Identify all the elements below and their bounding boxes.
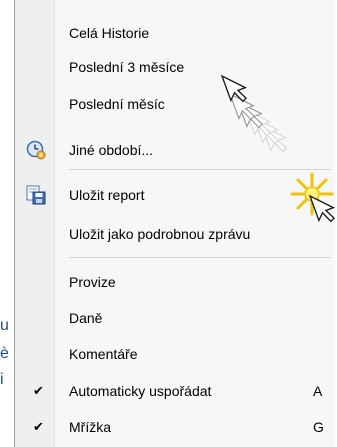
menu-item-label: Uložit report xyxy=(69,187,145,203)
menu-item-commission[interactable]: Provize xyxy=(15,266,336,298)
context-menu: Celá Historie Poslední 3 měsíce Poslední… xyxy=(14,0,335,447)
clock-settings-icon xyxy=(26,140,46,160)
background-text-fragment: i xyxy=(0,371,4,388)
checkmark-icon: ✔ xyxy=(33,383,44,398)
save-report-icon xyxy=(26,185,46,205)
screen: u è i Celá Historie Poslední 3 měsíce Po… xyxy=(0,0,337,447)
menu-item-other-period[interactable]: Jiné období... xyxy=(15,134,336,166)
menu-item-full-history[interactable]: Celá Historie xyxy=(15,17,336,49)
menu-item-last-month[interactable]: Poslední měsíc xyxy=(15,88,336,120)
menu-item-taxes[interactable]: Daně xyxy=(15,302,336,334)
menu-item-grid[interactable]: ✔ Mřížka G xyxy=(15,411,336,443)
menu-item-auto-arrange[interactable]: ✔ Automaticky uspořádat A xyxy=(15,375,336,407)
menu-item-label: Poslední měsíc xyxy=(69,96,165,112)
menu-item-save-report[interactable]: Uložit report xyxy=(15,179,336,211)
menu-item-comments[interactable]: Komentáře xyxy=(15,338,336,370)
menu-item-label: Automaticky uspořádat xyxy=(69,383,212,399)
menu-separator xyxy=(69,257,331,258)
checkmark-icon: ✔ xyxy=(33,419,44,434)
menu-item-shortcut: G xyxy=(313,419,324,435)
menu-item-label: Mřížka xyxy=(69,419,111,435)
menu-item-label: Poslední 3 měsíce xyxy=(69,59,185,75)
menu-item-label: Uložit jako podrobnou zprávu xyxy=(69,226,251,242)
menu-item-label: Jiné období... xyxy=(69,142,154,158)
menu-separator xyxy=(69,169,331,170)
menu-item-shortcut: A xyxy=(313,383,323,399)
menu-item-label: Komentáře xyxy=(69,346,138,362)
menu-item-label: Celá Historie xyxy=(69,25,150,41)
menu-item-save-detailed-report[interactable]: Uložit jako podrobnou zprávu xyxy=(15,218,336,250)
menu-item-last-3-months[interactable]: Poslední 3 měsíce xyxy=(15,51,336,83)
background-text-fragment: u xyxy=(0,317,9,334)
background-text-fragment: è xyxy=(0,345,9,362)
menu-item-label: Daně xyxy=(69,310,103,326)
menu-item-label: Provize xyxy=(69,274,116,290)
